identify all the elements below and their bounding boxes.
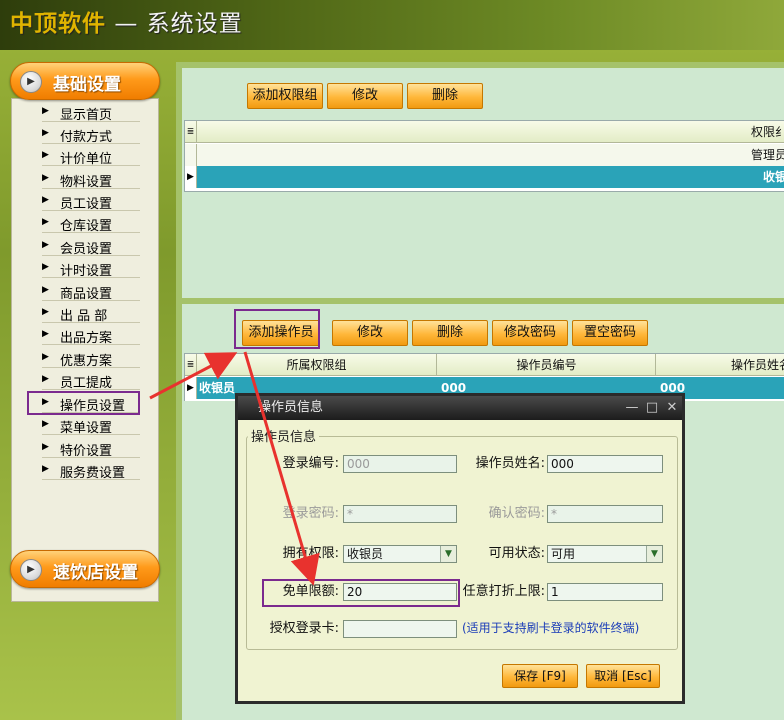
arrow-right-icon: ▶ bbox=[42, 374, 49, 384]
table-row-selected[interactable]: ▶ 收银 bbox=[185, 166, 784, 188]
sidebar-item-home[interactable]: ▶ 显示首页 bbox=[42, 102, 140, 123]
sidebar-item-dept[interactable]: ▶ 出 品 部 bbox=[42, 303, 140, 324]
cancel-button[interactable]: 取消 [Esc] bbox=[586, 664, 660, 688]
role-select[interactable]: 收银员 ▼ bbox=[343, 545, 457, 563]
status-select[interactable]: 可用 ▼ bbox=[547, 545, 663, 563]
chevron-down-icon[interactable]: ▼ bbox=[646, 546, 662, 562]
sidebar-item-special[interactable]: ▶ 特价设置 bbox=[42, 438, 140, 459]
page-title: 系统设置 bbox=[146, 11, 243, 37]
name-field[interactable]: 000 bbox=[547, 455, 663, 473]
password-label: 登录密码: bbox=[282, 506, 339, 521]
sidebar-item-goods[interactable]: ▶ 商品设置 bbox=[42, 281, 140, 302]
status-label: 可用状态: bbox=[488, 546, 545, 561]
card-field[interactable] bbox=[343, 620, 457, 638]
arrow-right-icon: ▶ bbox=[42, 150, 49, 160]
arrow-right-icon: ▶ bbox=[42, 217, 49, 227]
sidebar-item-payment[interactable]: ▶ 付款方式 bbox=[42, 124, 140, 145]
sidebar-item-timing[interactable]: ▶ 计时设置 bbox=[42, 258, 140, 279]
password-field[interactable]: * bbox=[343, 505, 457, 523]
delete-operator-button[interactable]: 删除 bbox=[412, 320, 488, 346]
free-limit-highlight bbox=[262, 579, 460, 607]
confirm-password-field[interactable]: * bbox=[547, 505, 663, 523]
operator-item-highlight bbox=[27, 391, 140, 415]
grid-menu-icon[interactable]: ≣ bbox=[185, 121, 197, 143]
sidebar-item-staff[interactable]: ▶ 员工设置 bbox=[42, 191, 140, 212]
sidebar-item-warehouse[interactable]: ▶ 仓库设置 bbox=[42, 213, 140, 234]
brand-name: 中顶软件 bbox=[10, 11, 106, 37]
name-label: 操作员姓名: bbox=[475, 456, 545, 471]
forward-icon: ▶ bbox=[20, 559, 42, 581]
sidebar-item-discount[interactable]: ▶ 优惠方案 bbox=[42, 348, 140, 369]
title-bar: 中顶软件 — 系统设置 bbox=[0, 0, 784, 50]
change-password-button[interactable]: 修改密码 bbox=[492, 320, 568, 346]
arrow-right-icon: ▶ bbox=[42, 240, 49, 250]
group-grid-header: ≣ 权限纟 bbox=[185, 121, 784, 143]
add-group-button[interactable]: 添加权限组 bbox=[247, 83, 323, 109]
save-button[interactable]: 保存 [F9] bbox=[502, 664, 578, 688]
sidebar-item-unit[interactable]: ▶ 计价单位 bbox=[42, 146, 140, 167]
status-value: 可用 bbox=[551, 547, 576, 561]
sidebar-item-member[interactable]: ▶ 会员设置 bbox=[42, 236, 140, 257]
forward-icon: ▶ bbox=[20, 71, 42, 93]
confirm-password-label: 确认密码: bbox=[488, 506, 545, 521]
card-hint: (适用于支持刷卡登录的软件终端) bbox=[462, 621, 640, 635]
operator-info-dialog: 操作员信息 — □ ✕ 登录编号: 000 操作员姓名: 000 登录密码: *… bbox=[235, 393, 685, 704]
minimize-icon[interactable]: — bbox=[624, 396, 640, 420]
basic-settings-button[interactable]: ▶ 基础设置 bbox=[10, 62, 160, 100]
maximize-icon[interactable]: □ bbox=[644, 396, 660, 420]
sidebar-item-plan[interactable]: ▶ 出品方案 bbox=[42, 325, 140, 346]
chevron-down-icon[interactable]: ▼ bbox=[440, 546, 456, 562]
edit-operator-button[interactable]: 修改 bbox=[332, 320, 408, 346]
arrow-right-icon: ▶ bbox=[42, 128, 49, 138]
clear-password-button[interactable]: 置空密码 bbox=[572, 320, 648, 346]
discount-limit-field[interactable]: 1 bbox=[547, 583, 663, 601]
card-label: 授权登录卡: bbox=[269, 621, 339, 636]
arrow-right-icon: ▶ bbox=[42, 419, 49, 429]
row-pointer-icon: ▶ bbox=[185, 377, 197, 399]
sidebar-item-material[interactable]: ▶ 物料设置 bbox=[42, 169, 140, 190]
arrow-right-icon: ▶ bbox=[42, 262, 49, 272]
operator-info-group: 登录编号: 000 操作员姓名: 000 登录密码: * 确认密码: * 拥有权… bbox=[246, 436, 678, 650]
table-row[interactable]: 管理员 bbox=[185, 144, 784, 166]
dialog-title-bar: 操作员信息 bbox=[238, 396, 682, 420]
grid-menu-icon[interactable]: ≣ bbox=[185, 354, 197, 376]
sidebar-item-service[interactable]: ▶ 服务费设置 bbox=[42, 460, 140, 481]
login-no-field[interactable]: 000 bbox=[343, 455, 457, 473]
edit-group-button[interactable]: 修改 bbox=[327, 83, 403, 109]
app-title: 中顶软件 — 系统设置 bbox=[10, 4, 243, 38]
group-title: 操作员信息 bbox=[248, 426, 320, 445]
role-value: 收银员 bbox=[347, 547, 384, 561]
close-icon[interactable]: ✕ bbox=[664, 396, 680, 420]
login-no-label: 登录编号: bbox=[282, 456, 339, 471]
arrow-right-icon: ▶ bbox=[42, 285, 49, 295]
dialog-title: 操作员信息 bbox=[258, 400, 324, 415]
arrow-right-icon: ▶ bbox=[42, 106, 49, 116]
arrow-right-icon: ▶ bbox=[42, 442, 49, 452]
arrow-right-icon: ▶ bbox=[42, 307, 49, 317]
sidebar-item-menu[interactable]: ▶ 菜单设置 bbox=[42, 415, 140, 436]
sidebar-menu: ▶ 显示首页 ▶ 付款方式 ▶ 计价单位 ▶ 物料设置 ▶ 员工设置 ▶ 仓库设置 ▶ 会员设… bbox=[11, 98, 159, 602]
title-separator: — bbox=[114, 11, 139, 37]
role-label: 拥有权限: bbox=[282, 546, 339, 561]
row-pointer-icon: ▶ bbox=[185, 166, 197, 188]
add-operator-highlight bbox=[234, 309, 320, 349]
arrow-right-icon: ▶ bbox=[42, 195, 49, 205]
group-grid: ≣ 权限纟 管理员 ▶ 收银 bbox=[184, 120, 784, 192]
arrow-right-icon: ▶ bbox=[42, 329, 49, 339]
delete-group-button[interactable]: 删除 bbox=[407, 83, 483, 109]
panel-divider bbox=[176, 298, 784, 304]
sidebar: ▶ 显示首页 ▶ 付款方式 ▶ 计价单位 ▶ 物料设置 ▶ 员工设置 ▶ 仓库设置 ▶ 会员设… bbox=[10, 62, 160, 602]
fast-food-settings-button[interactable]: ▶ 速饮店设置 bbox=[10, 550, 160, 588]
discount-limit-label: 任意打折上限: bbox=[462, 584, 545, 599]
operator-grid-header: ≣ 所属权限组 操作员编号 操作员姓名 bbox=[185, 354, 784, 376]
arrow-right-icon: ▶ bbox=[42, 352, 49, 362]
arrow-right-icon: ▶ bbox=[42, 173, 49, 183]
arrow-right-icon: ▶ bbox=[42, 464, 49, 474]
sidebar-item-commission[interactable]: ▶ 员工提成 bbox=[42, 370, 140, 391]
